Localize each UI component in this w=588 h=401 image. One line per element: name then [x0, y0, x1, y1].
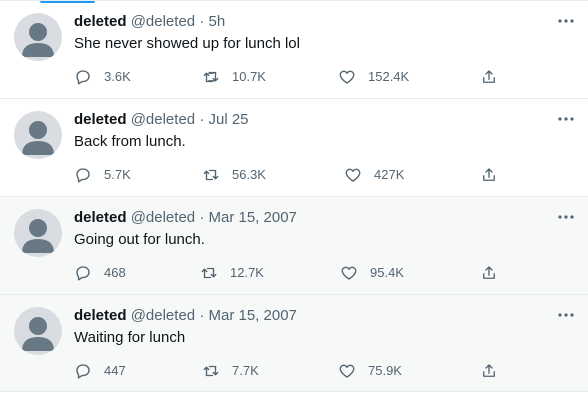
default-avatar-icon[interactable]: [14, 13, 62, 61]
share-icon: [480, 68, 498, 86]
tweet-header: deleted @deleted · 5h: [74, 12, 225, 32]
retweet-count: 7.7K: [232, 363, 259, 378]
separator-dot: ·: [199, 209, 205, 226]
tweet-header: deleted @deleted · Mar 15, 2007: [74, 306, 297, 326]
tweet-text: She never showed up for lunch lol: [74, 35, 300, 52]
like-button[interactable]: 75.9K: [338, 361, 402, 381]
heart-icon: [340, 264, 358, 282]
reply-count: 447: [104, 363, 126, 378]
more-dots-icon[interactable]: [556, 11, 576, 31]
like-button[interactable]: 152.4K: [338, 67, 409, 87]
reply-icon: [74, 264, 92, 282]
share-button[interactable]: [480, 361, 498, 381]
heart-icon: [344, 166, 362, 184]
like-count: 427K: [374, 167, 405, 182]
reply-button[interactable]: 5.7K: [74, 165, 131, 185]
tweet[interactable]: deleted @deleted · Mar 15, 2007 Going ou…: [0, 196, 588, 294]
reply-button[interactable]: 447: [74, 361, 126, 381]
share-button[interactable]: [480, 263, 498, 283]
tweet-text: Back from lunch.: [74, 133, 186, 150]
share-icon: [480, 362, 498, 380]
reply-icon: [74, 68, 92, 86]
tweet[interactable]: deleted @deleted · 5h She never showed u…: [0, 0, 588, 98]
share-button[interactable]: [480, 67, 498, 87]
retweet-icon: [202, 362, 220, 380]
retweet-icon: [200, 264, 218, 282]
separator-dot: ·: [199, 307, 205, 324]
tweet-timestamp[interactable]: Mar 15, 2007: [208, 209, 296, 226]
reply-button[interactable]: 3.6K: [74, 67, 131, 87]
author-handle[interactable]: @deleted: [131, 209, 195, 226]
author-handle[interactable]: @deleted: [131, 13, 195, 30]
reply-count: 5.7K: [104, 167, 131, 182]
reply-button[interactable]: 468: [74, 263, 126, 283]
tweet-actions: 5.7K 56.3K 427K: [74, 165, 514, 185]
author-name[interactable]: deleted: [74, 13, 127, 30]
like-count: 152.4K: [368, 69, 410, 84]
tweet[interactable]: deleted @deleted · Jul 25 Back from lunc…: [0, 98, 588, 196]
tweet-timestamp[interactable]: Jul 25: [208, 111, 248, 128]
author-handle[interactable]: @deleted: [131, 307, 195, 324]
retweet-button[interactable]: 56.3K: [202, 165, 266, 185]
heart-icon: [338, 68, 356, 86]
like-button[interactable]: 95.4K: [340, 263, 404, 283]
like-count: 75.9K: [368, 363, 402, 378]
more-dots-icon[interactable]: [556, 207, 576, 227]
default-avatar-icon[interactable]: [14, 111, 62, 159]
author-name[interactable]: deleted: [74, 111, 127, 128]
like-count: 95.4K: [370, 265, 404, 280]
tweet-text: Waiting for lunch: [74, 329, 186, 346]
tweet-feed: deleted @deleted · 5h She never showed u…: [0, 0, 588, 392]
reply-count: 3.6K: [104, 69, 131, 84]
retweet-icon: [202, 166, 220, 184]
author-handle[interactable]: @deleted: [131, 111, 195, 128]
like-button[interactable]: 427K: [344, 165, 404, 185]
tweet-header: deleted @deleted · Jul 25: [74, 110, 249, 130]
tweet-timestamp[interactable]: Mar 15, 2007: [208, 307, 296, 324]
share-icon: [480, 264, 498, 282]
heart-icon: [338, 362, 356, 380]
reply-icon: [74, 166, 92, 184]
tweet-actions: 447 7.7K 75.9K: [74, 361, 514, 381]
author-name[interactable]: deleted: [74, 209, 127, 226]
default-avatar-icon[interactable]: [14, 209, 62, 257]
tweet-header: deleted @deleted · Mar 15, 2007: [74, 208, 297, 228]
retweet-icon: [202, 68, 220, 86]
retweet-button[interactable]: 12.7K: [200, 263, 264, 283]
retweet-button[interactable]: 10.7K: [202, 67, 266, 87]
tweet-actions: 3.6K 10.7K 152.4K: [74, 67, 514, 87]
share-icon: [480, 166, 498, 184]
more-dots-icon[interactable]: [556, 109, 576, 129]
share-button[interactable]: [480, 165, 498, 185]
separator-dot: ·: [199, 13, 205, 30]
retweet-count: 10.7K: [232, 69, 266, 84]
tweet-actions: 468 12.7K 95.4K: [74, 263, 514, 283]
author-name[interactable]: deleted: [74, 307, 127, 324]
separator-dot: ·: [199, 111, 205, 128]
tweet-timestamp[interactable]: 5h: [208, 13, 225, 30]
reply-count: 468: [104, 265, 126, 280]
tweet-text: Going out for lunch.: [74, 231, 205, 248]
default-avatar-icon[interactable]: [14, 307, 62, 355]
retweet-count: 56.3K: [232, 167, 266, 182]
tweet[interactable]: deleted @deleted · Mar 15, 2007 Waiting …: [0, 294, 588, 392]
retweet-count: 12.7K: [230, 265, 264, 280]
more-dots-icon[interactable]: [556, 305, 576, 325]
retweet-button[interactable]: 7.7K: [202, 361, 259, 381]
reply-icon: [74, 362, 92, 380]
